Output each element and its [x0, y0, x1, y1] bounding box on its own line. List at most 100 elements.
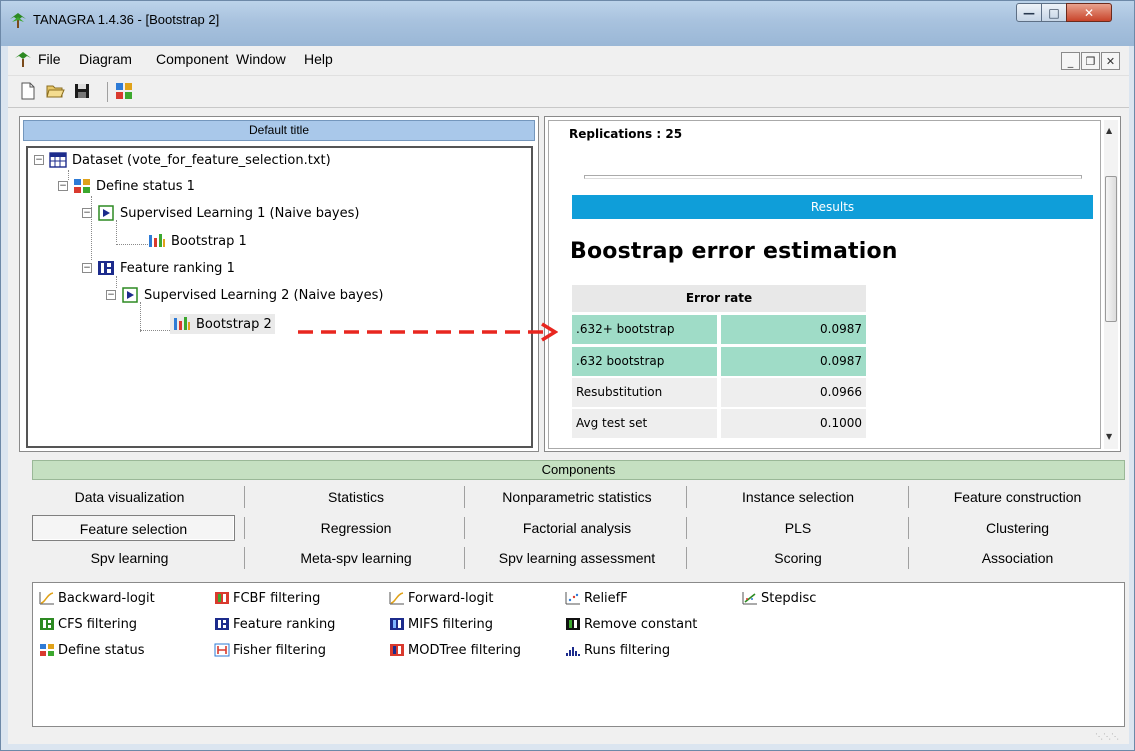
- mdi-close-button[interactable]: ✕: [1101, 52, 1120, 70]
- row-value: 0.1000: [721, 409, 866, 438]
- save-disk-icon[interactable]: [72, 81, 92, 101]
- component-label: Fisher filtering: [233, 642, 326, 658]
- replications-label: Replications : 25: [569, 127, 683, 141]
- results-view[interactable]: Replications : 25 Results Boostrap error…: [548, 120, 1101, 449]
- collapse-icon[interactable]: −: [82, 263, 92, 273]
- tab-spv-learning-assessment[interactable]: Spv learning assessment: [466, 545, 688, 571]
- modtree-filtering-icon: [390, 644, 404, 656]
- tab-regression[interactable]: Regression: [246, 515, 466, 541]
- component-remove-constant[interactable]: Remove constant: [565, 615, 697, 633]
- tree-node-supervised-learning-1[interactable]: − Supervised Learning 1 (Naive bayes): [82, 203, 359, 223]
- component-label: Remove constant: [584, 616, 698, 632]
- tree-node-dataset[interactable]: − Dataset (vote_for_feature_selection.tx…: [34, 150, 331, 170]
- scrollbar-thumb[interactable]: [1105, 176, 1117, 322]
- tanagra-menu-icon[interactable]: [14, 50, 32, 68]
- resize-grip-icon[interactable]: ⋱⋱⋱: [1095, 732, 1125, 742]
- client-area: File Diagram Component Window Help _ ❐ ✕: [8, 46, 1129, 744]
- mdi-minimize-button[interactable]: _: [1061, 52, 1080, 70]
- tree-node-bootstrap-2[interactable]: Bootstrap 2: [170, 314, 275, 334]
- component-label: Define status: [58, 642, 145, 658]
- component-modtree-filtering[interactable]: MODTree filtering: [389, 641, 521, 659]
- supervised-learning-icon: [122, 287, 138, 303]
- close-button[interactable]: ✕: [1066, 3, 1112, 22]
- tree-node-feature-ranking-1[interactable]: − Feature ranking 1: [82, 258, 235, 278]
- collapse-icon[interactable]: −: [34, 155, 44, 165]
- tab-pls[interactable]: PLS: [688, 515, 908, 541]
- open-folder-icon[interactable]: [45, 81, 65, 101]
- tab-separator: [686, 547, 687, 569]
- components-header: Components: [32, 460, 1125, 480]
- new-file-icon[interactable]: [18, 81, 38, 101]
- window-title: TANAGRA 1.4.36 - [Bootstrap 2]: [33, 12, 220, 27]
- tab-clustering[interactable]: Clustering: [910, 515, 1125, 541]
- collapse-icon[interactable]: −: [82, 208, 92, 218]
- tab-scoring[interactable]: Scoring: [688, 545, 908, 571]
- component-label: Backward-logit: [58, 590, 155, 606]
- tab-separator: [244, 547, 245, 569]
- tree-node-supervised-learning-2[interactable]: − Supervised Learning 2 (Naive bayes): [106, 285, 383, 305]
- tab-factorial-analysis[interactable]: Factorial analysis: [466, 515, 688, 541]
- component-label: Runs filtering: [584, 642, 671, 658]
- define-status-tool-icon[interactable]: [114, 81, 134, 101]
- define-status-icon: [74, 179, 90, 193]
- component-backward-logit[interactable]: Backward-logit: [39, 589, 155, 607]
- tab-separator: [464, 547, 465, 569]
- vertical-scrollbar[interactable]: ▲ ▼: [1104, 120, 1118, 449]
- component-fisher-filtering[interactable]: Fisher filtering: [214, 641, 326, 659]
- close-icon: ✕: [1083, 5, 1095, 20]
- tab-feature-selection[interactable]: Feature selection: [32, 515, 235, 541]
- tanagra-app-icon: [10, 13, 26, 28]
- mdi-restore-button[interactable]: ❐: [1081, 52, 1100, 70]
- diagram-title: Default title: [23, 120, 535, 141]
- scroll-up-icon[interactable]: ▲: [1106, 126, 1112, 135]
- tab-data-visualization[interactable]: Data visualization: [32, 484, 227, 510]
- component-define-status[interactable]: Define status: [39, 641, 145, 659]
- menu-help[interactable]: Help: [304, 51, 333, 67]
- row-value: 0.0987: [721, 347, 866, 376]
- component-stepdisc[interactable]: Stepdisc: [742, 589, 816, 607]
- title-bar[interactable]: TANAGRA 1.4.36 - [Bootstrap 2] — □ ✕: [0, 0, 1135, 46]
- minimize-button[interactable]: —: [1016, 3, 1042, 22]
- component-forward-logit[interactable]: Forward-logit: [389, 589, 494, 607]
- maximize-icon: □: [1048, 5, 1060, 20]
- collapse-icon[interactable]: −: [58, 181, 68, 191]
- tab-instance-selection[interactable]: Instance selection: [688, 484, 908, 510]
- tree-connector: [116, 220, 117, 242]
- component-feature-ranking[interactable]: Feature ranking: [214, 615, 335, 633]
- tab-statistics[interactable]: Statistics: [246, 484, 466, 510]
- tree-node-define-status[interactable]: − Define status 1: [58, 176, 195, 196]
- component-label: ReliefF: [584, 590, 628, 606]
- tab-feature-construction[interactable]: Feature construction: [910, 484, 1125, 510]
- component-mifs-filtering[interactable]: MIFS filtering: [389, 615, 493, 633]
- tab-separator: [908, 547, 909, 569]
- menu-window[interactable]: Window: [236, 51, 286, 67]
- menu-file[interactable]: File: [38, 51, 61, 67]
- maximize-button[interactable]: □: [1041, 3, 1067, 22]
- row-name: Resubstitution: [572, 378, 717, 407]
- tree-node-bootstrap-1[interactable]: Bootstrap 1: [148, 231, 247, 251]
- table-row: Resubstitution 0.0966: [572, 378, 866, 407]
- component-label: Stepdisc: [761, 590, 817, 606]
- menu-component[interactable]: Component: [156, 51, 228, 67]
- component-fcbf-filtering[interactable]: FCBF filtering: [214, 589, 320, 607]
- tab-separator: [686, 486, 687, 508]
- component-cfs-filtering[interactable]: CFS filtering: [39, 615, 137, 633]
- fisher-filtering-icon: [214, 643, 230, 657]
- table-row: .632+ bootstrap 0.0987: [572, 315, 866, 344]
- menu-diagram[interactable]: Diagram: [79, 51, 132, 67]
- tab-spv-learning[interactable]: Spv learning: [32, 545, 227, 571]
- tree-node-label: Supervised Learning 1 (Naive bayes): [120, 205, 360, 221]
- table-header-row: Error rate: [572, 285, 866, 312]
- relieff-icon: [565, 592, 580, 605]
- tab-nonparametric-statistics[interactable]: Nonparametric statistics: [466, 484, 688, 510]
- collapse-icon[interactable]: −: [106, 290, 116, 300]
- component-relieff[interactable]: ReliefF: [565, 589, 628, 607]
- component-runs-filtering[interactable]: Runs filtering: [565, 641, 670, 659]
- backward-logit-icon: [39, 592, 54, 605]
- row-name: Avg test set: [572, 409, 717, 438]
- tree-node-label: Bootstrap 1: [171, 233, 247, 249]
- stepdisc-icon: [742, 592, 757, 605]
- tab-meta-spv-learning[interactable]: Meta-spv learning: [246, 545, 466, 571]
- scroll-down-icon[interactable]: ▼: [1106, 432, 1112, 441]
- tab-association[interactable]: Association: [910, 545, 1125, 571]
